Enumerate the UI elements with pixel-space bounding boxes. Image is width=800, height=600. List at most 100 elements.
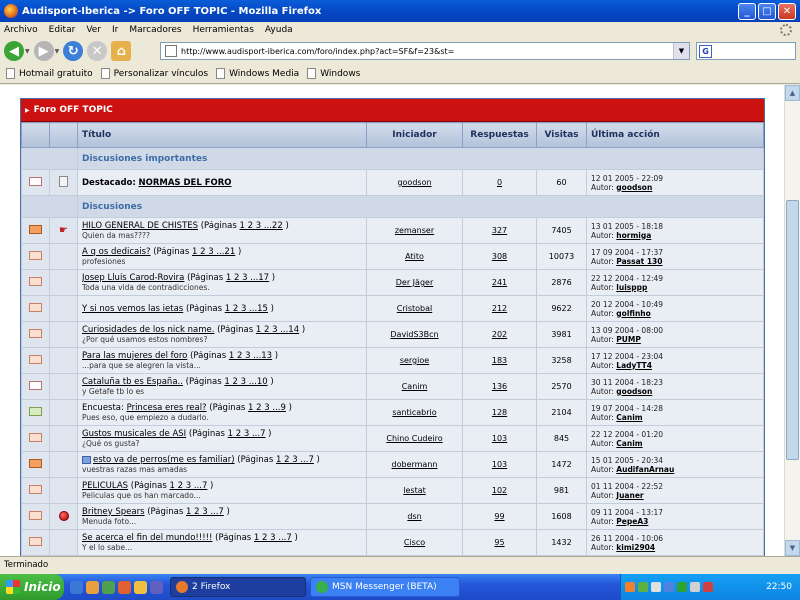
topic-starter-link[interactable]: Atito <box>405 252 424 261</box>
topic-replies-link[interactable]: 327 <box>492 226 507 235</box>
reload-button[interactable]: ↻ <box>63 41 84 61</box>
topic-last-author-link[interactable]: Juaner <box>616 491 643 500</box>
tray-app-icon[interactable] <box>638 582 648 592</box>
firefox-quick-icon[interactable] <box>118 580 131 594</box>
menu-herramientas[interactable]: Herramientas <box>193 25 254 35</box>
media-icon[interactable] <box>150 580 163 594</box>
topic-replies-link[interactable]: 308 <box>492 252 507 261</box>
minimize-button[interactable]: _ <box>738 2 756 20</box>
topic-last-author-link[interactable]: kimi2904 <box>616 543 655 552</box>
topic-last-author-link[interactable]: Canim <box>616 439 642 448</box>
col-starter[interactable]: Iniciador <box>366 122 463 148</box>
topic-replies-link[interactable]: 136 <box>492 382 507 391</box>
topic-pages-links[interactable]: 1 2 3 ...14 <box>256 325 299 335</box>
search-box[interactable]: G <box>696 42 796 60</box>
topic-starter-link[interactable]: santicabrio <box>392 408 436 417</box>
topic-replies-link[interactable]: 102 <box>492 486 507 495</box>
menu-archivo[interactable]: Archivo <box>4 25 38 35</box>
topic-starter-link[interactable]: Chino Cudeiro <box>386 434 442 443</box>
topic-pages-links[interactable]: 1 2 3 ...17 <box>226 273 269 283</box>
topic-last-author-link[interactable]: hormiga <box>616 231 651 240</box>
pinned-topic-link[interactable]: NORMAS DEL FORO <box>138 178 231 188</box>
topic-pages-links[interactable]: 1 2 3 ...22 <box>240 221 283 231</box>
task-firefox[interactable]: 2 Firefox <box>170 577 306 597</box>
topic-title-link[interactable]: Josep Lluís Carod-Rovira <box>82 273 184 283</box>
topic-starter-link[interactable]: Der Jäger <box>396 278 433 287</box>
col-views[interactable]: Visitas <box>536 122 587 148</box>
topic-replies-link[interactable]: 241 <box>492 278 507 287</box>
topic-replies-link[interactable]: 212 <box>492 304 507 313</box>
topic-last-author-link[interactable]: Canim <box>616 413 642 422</box>
topic-pages-links[interactable]: 1 2 3 ...7 <box>228 429 266 439</box>
topic-starter-link[interactable]: zemanser <box>395 226 434 235</box>
topic-last-author-link[interactable]: PUMP <box>616 335 641 344</box>
topic-starter-link[interactable]: dsn <box>407 512 421 521</box>
scroll-up-button[interactable]: ▲ <box>785 85 800 101</box>
address-bar[interactable]: http://www.audisport-iberica.com/foro/in… <box>160 42 690 60</box>
topic-pages-links[interactable]: 1 2 3 ...13 <box>229 351 272 361</box>
topic-pages-links[interactable]: 1 2 3 ...7 <box>276 455 314 465</box>
topic-replies-link[interactable]: 103 <box>492 460 507 469</box>
bookmark-hotmail[interactable]: Hotmail gratuito <box>6 68 93 79</box>
topic-pages-links[interactable]: 1 2 3 ...9 <box>248 403 286 413</box>
outlook-icon[interactable] <box>86 580 99 594</box>
messenger-icon[interactable] <box>102 580 115 594</box>
topic-starter-link[interactable]: Canim <box>402 382 428 391</box>
col-title[interactable]: Título <box>77 122 367 148</box>
forward-dropdown-icon[interactable]: ▼ <box>55 48 60 55</box>
topic-title-link[interactable]: A q os dedicais? <box>82 247 151 257</box>
pinned-last-author-link[interactable]: goodson <box>616 183 652 192</box>
window-titlebar[interactable]: Audisport-Iberica -> Foro OFF TOPIC - Mo… <box>0 0 800 22</box>
topic-pages-links[interactable]: 1 2 3 ...7 <box>186 507 224 517</box>
topic-replies-link[interactable]: 202 <box>492 330 507 339</box>
maximize-button[interactable]: □ <box>758 2 776 20</box>
topic-last-author-link[interactable]: Passat 130 <box>616 257 662 266</box>
tray-network-icon[interactable] <box>664 582 674 592</box>
topic-pages-links[interactable]: 1 2 3 ...15 <box>225 304 268 314</box>
menu-editar[interactable]: Editar <box>49 25 76 35</box>
topic-starter-link[interactable]: sergioe <box>400 356 429 365</box>
address-input[interactable]: http://www.audisport-iberica.com/foro/in… <box>181 47 673 56</box>
bookmark-personalizar[interactable]: Personalizar vínculos <box>100 68 208 79</box>
topic-title-link[interactable]: Cataluña tb es España.. <box>82 377 183 387</box>
pinned-replies-link[interactable]: 0 <box>497 178 502 187</box>
topic-replies-link[interactable]: 183 <box>492 356 507 365</box>
tray-messenger-icon[interactable] <box>677 582 687 592</box>
start-button[interactable]: Inicio <box>0 574 64 600</box>
topic-title-link[interactable]: Britney Spears <box>82 507 145 517</box>
topic-starter-link[interactable]: Cristobal <box>397 304 433 313</box>
home-button[interactable]: ⌂ <box>111 41 132 61</box>
back-dropdown-icon[interactable]: ▼ <box>25 48 30 55</box>
topic-title-link[interactable]: Princesa eres real? <box>127 403 207 413</box>
address-dropdown-icon[interactable]: ▼ <box>673 43 689 59</box>
topic-pages-links[interactable]: 1 2 3 ...10 <box>224 377 267 387</box>
menu-ver[interactable]: Ver <box>86 25 101 35</box>
tray-arrow-icon[interactable] <box>625 582 635 592</box>
topic-starter-link[interactable]: lestat <box>403 486 426 495</box>
topic-title-link[interactable]: Se acerca el fin del mundo!!!!! <box>82 533 212 543</box>
back-button[interactable]: ◀ ▼ <box>4 41 30 61</box>
tray-volume-icon[interactable] <box>690 582 700 592</box>
google-search-icon[interactable]: G <box>699 44 712 58</box>
topic-last-author-link[interactable]: golfinho <box>616 309 650 318</box>
topic-pages-links[interactable]: 1 2 3 ...21 <box>192 247 235 257</box>
topic-title-link[interactable]: Gustos musicales de ASI <box>82 429 186 439</box>
close-button[interactable]: ✕ <box>778 2 796 20</box>
topic-starter-link[interactable]: DavidS3Bcn <box>390 330 438 339</box>
topic-title-link[interactable]: HILO GENERAL DE CHISTES <box>82 221 198 231</box>
topic-last-author-link[interactable]: luisppp <box>616 283 647 292</box>
menu-ir[interactable]: Ir <box>112 25 118 35</box>
tray-panda-icon[interactable] <box>651 582 661 592</box>
topic-title-link[interactable]: PELICULAS <box>82 481 128 491</box>
tray-security-icon[interactable] <box>703 582 713 592</box>
pinned-starter-link[interactable]: goodson <box>397 178 431 187</box>
bookmark-windows-media[interactable]: Windows Media <box>216 68 299 79</box>
topic-replies-link[interactable]: 128 <box>492 408 507 417</box>
task-msn[interactable]: MSN Messenger (BETA) <box>310 577 460 597</box>
folder-icon[interactable] <box>134 580 147 594</box>
topic-last-author-link[interactable]: LadyTT4 <box>616 361 652 370</box>
topic-last-author-link[interactable]: goodson <box>616 387 652 396</box>
stop-button[interactable]: ✕ <box>87 41 108 61</box>
col-replies[interactable]: Respuestas <box>462 122 537 148</box>
ie-icon[interactable] <box>70 580 83 594</box>
